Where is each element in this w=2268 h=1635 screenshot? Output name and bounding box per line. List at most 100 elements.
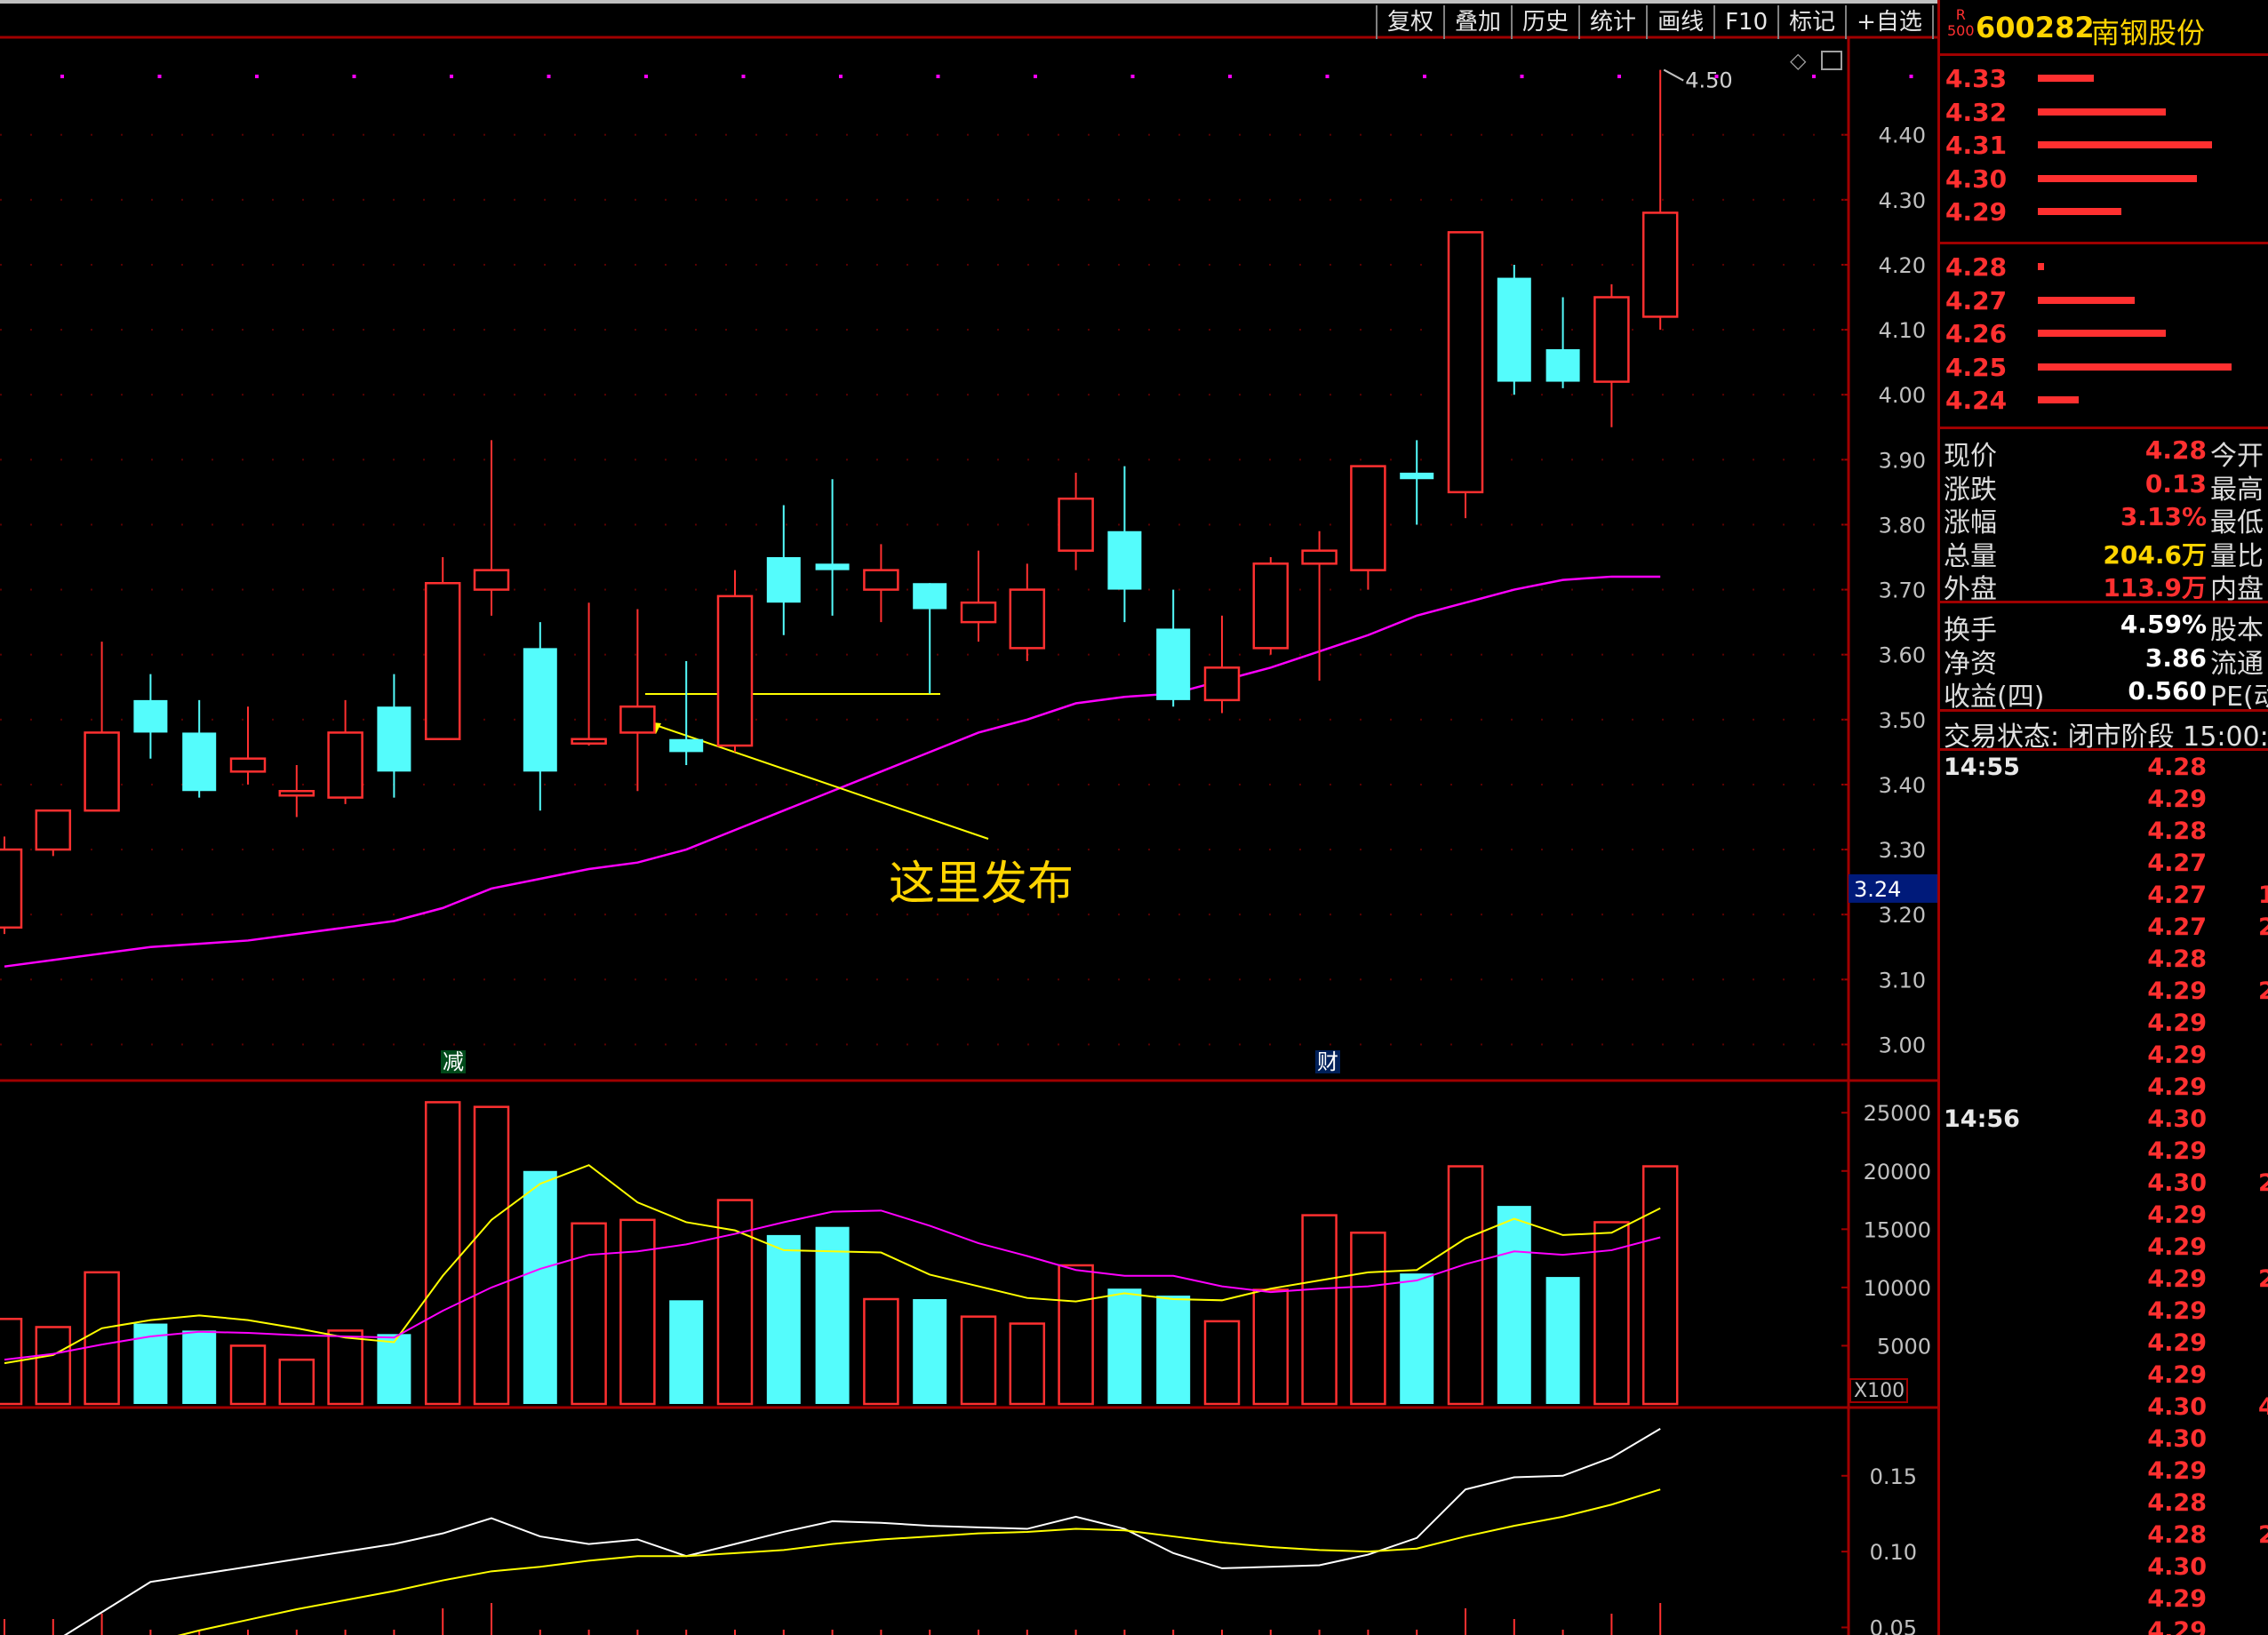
grid-dot [1360,459,1362,461]
candle[interactable] [716,570,754,753]
toolbar-button-5[interactable]: F10 [1713,5,1777,39]
toolbar-button-7[interactable]: +自选 [1845,5,1932,39]
candle[interactable] [1447,231,1484,519]
grid-dot [967,394,969,396]
candle[interactable] [327,699,363,804]
grid-dot [91,653,92,656]
ask-price[interactable]: 4.30 [1945,164,2007,195]
grid-dot [393,394,395,396]
grid-dot [151,263,153,266]
window-toggle-icon[interactable] [1821,51,1842,70]
candle[interactable] [473,440,510,616]
grid-dot [574,718,576,721]
candle[interactable] [1058,472,1094,570]
bid-price[interactable]: 4.24 [1945,386,2007,416]
trade-price: 4.29 [2147,1585,2207,1613]
candle[interactable] [1497,264,1531,395]
grid-dot [1783,718,1785,721]
candle[interactable] [229,706,267,785]
candle[interactable] [1252,557,1290,655]
candle[interactable] [424,557,461,740]
candle[interactable] [1107,466,1142,623]
toolbar-button-0[interactable]: 复权 [1376,5,1443,39]
candle[interactable] [1156,589,1191,707]
max-pointer [1663,68,1684,82]
candle[interactable] [863,544,899,623]
volume-axis-label: 10000 [1864,1276,1931,1301]
candle[interactable] [1301,530,1338,681]
candle[interactable] [133,674,168,759]
grid-dot [1481,913,1482,916]
candle[interactable] [1009,563,1046,661]
ask-price[interactable]: 4.29 [1945,197,2007,227]
grid-dot [483,849,485,851]
bid-price[interactable]: 4.25 [1945,353,2007,383]
candle[interactable] [84,642,120,812]
candle[interactable] [1641,69,1679,331]
candle[interactable] [1203,615,1241,714]
candle[interactable] [1400,440,1434,525]
candle[interactable] [523,622,557,811]
toolbar-button-3[interactable]: 统计 [1578,5,1646,39]
grid-dot [121,329,123,331]
bid-price[interactable]: 4.26 [1945,319,2007,349]
toolbar-button-1[interactable]: 叠加 [1443,5,1511,39]
candle[interactable] [278,765,315,818]
event-marker-reduction[interactable]: 减 [441,1050,466,1073]
grid-dot [453,263,455,266]
grid-dot [1178,588,1180,591]
grid-dot [725,849,727,851]
candle[interactable] [669,661,704,765]
grid-dot [906,588,908,591]
grid-dot [665,849,667,851]
grid-dot [1722,783,1724,786]
candle[interactable] [182,699,217,798]
max-price-label: 4.50 [1685,68,1732,93]
ask-price[interactable]: 4.33 [1945,64,2007,94]
grid-dot [181,588,183,591]
ask-price[interactable]: 4.31 [1945,131,2007,161]
grid-dot [1058,783,1059,786]
grid-dot [604,978,606,981]
candle[interactable] [0,836,23,935]
volume-panel: 25000 20000 15000 10000 5000 X100 [0,1101,1931,1406]
stock-name[interactable]: 南钢股份 [2091,11,2205,52]
grid-dot [332,263,334,266]
volume-bar-up [1252,1288,1290,1406]
candle[interactable] [1593,283,1630,427]
candle[interactable] [35,809,72,857]
candle[interactable] [913,583,947,694]
grid-dot [91,849,92,851]
stock-code[interactable]: 600282 [1976,11,2095,44]
candle-body-up [1447,231,1484,494]
candle[interactable] [1545,297,1580,388]
grid-dot [1571,718,1573,721]
top-dot [1423,75,1426,78]
candle[interactable] [815,479,850,616]
kline-chart-area[interactable]: ◇ 4.40 4.30 4.20 4.10 4.00 3.90 3.80 3.70 3.60 3.… [0,0,1937,1635]
grid-dot [967,523,969,526]
grid-dot [1722,523,1724,526]
candle[interactable] [960,550,997,642]
bid-price[interactable]: 4.27 [1945,286,2007,316]
price-axis-label: 3.50 [1879,708,1926,733]
bid-price[interactable]: 4.28 [1945,252,2007,283]
candle[interactable] [377,674,411,798]
grid-dot [151,978,153,981]
price-axis-label: 4.00 [1879,383,1926,408]
toolbar-button-2[interactable]: 历史 [1511,5,1578,39]
grid-dot [876,978,878,981]
grid-dot [574,1043,576,1046]
candle[interactable] [766,505,801,635]
toolbar-button-6[interactable]: 标记 [1777,5,1845,39]
grid-dot [695,329,697,331]
event-marker-finance[interactable]: 财 [1315,1050,1340,1073]
ask-price[interactable]: 4.32 [1945,98,2007,128]
toolbar-button-4[interactable]: 画线 [1646,5,1713,39]
grid-dot [1511,1043,1513,1046]
volume-axis-label: 15000 [1864,1217,1931,1242]
candle[interactable] [1350,465,1386,590]
candle[interactable] [571,602,607,746]
grid-dot [1299,718,1301,721]
candle[interactable] [619,609,656,792]
